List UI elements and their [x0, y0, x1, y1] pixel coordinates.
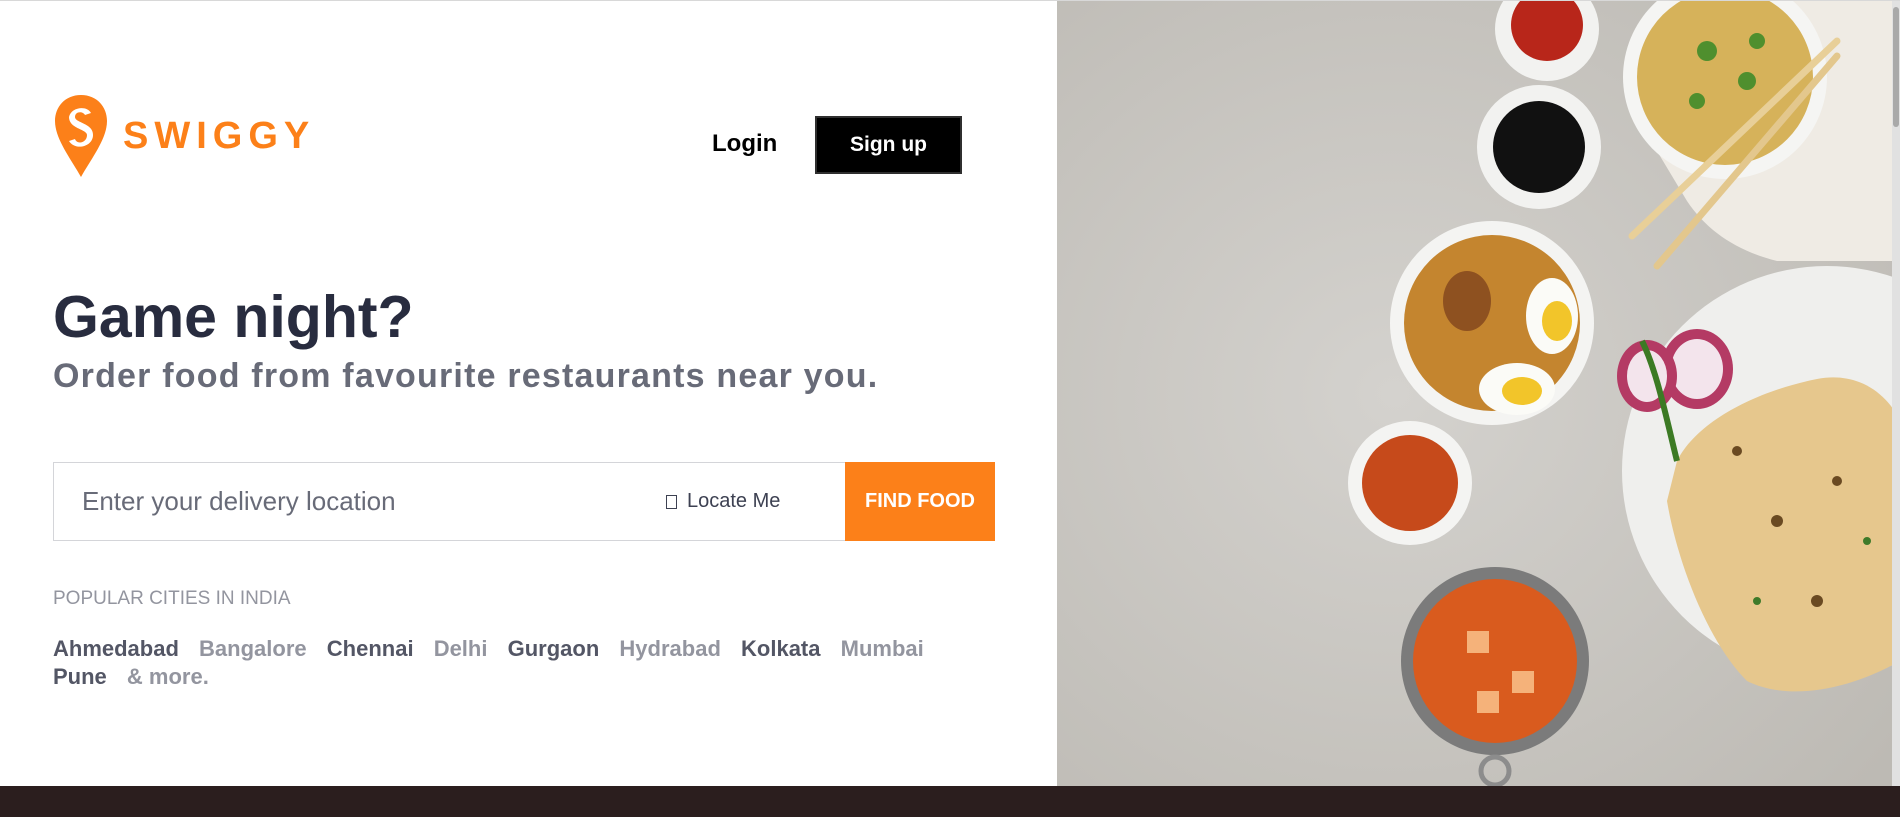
- city-link-kolkata[interactable]: Kolkata: [741, 635, 820, 663]
- food-spread-image: [1057, 1, 1900, 786]
- city-link-ahmedabad[interactable]: Ahmedabad: [53, 635, 179, 663]
- hero-food-image: [1057, 1, 1900, 786]
- scrollbar-thumb[interactable]: [1893, 7, 1899, 127]
- swiggy-logo-icon: [55, 95, 107, 177]
- city-link-chennai[interactable]: Chennai: [327, 635, 414, 663]
- signup-button[interactable]: Sign up: [815, 116, 962, 174]
- city-link-bangalore[interactable]: Bangalore: [199, 635, 307, 663]
- delivery-location-input[interactable]: [82, 463, 602, 540]
- find-food-button[interactable]: FIND FOOD: [845, 462, 995, 541]
- more-cities-link[interactable]: & more.: [127, 663, 209, 691]
- popular-cities-label: POPULAR CITIES IN INDIA: [53, 588, 291, 609]
- location-search-box: Locate Me: [53, 462, 846, 541]
- locate-me-label: Locate Me: [687, 490, 781, 512]
- city-link-mumbai[interactable]: Mumbai: [841, 635, 924, 663]
- popular-cities-list: Ahmedabad Bangalore Chennai Delhi Gurgao…: [53, 635, 953, 691]
- brand-name: SWIGGY: [123, 114, 316, 157]
- city-link-pune[interactable]: Pune: [53, 663, 107, 691]
- left-panel: SWIGGY Login Sign up Game night? Order f…: [0, 1, 1057, 786]
- login-link[interactable]: Login: [712, 130, 777, 158]
- city-link-hydrabad[interactable]: Hydrabad: [619, 635, 720, 663]
- city-link-delhi[interactable]: Delhi: [434, 635, 488, 663]
- hero-subtitle: Order food from favourite restaurants ne…: [53, 357, 879, 395]
- swiggy-logo[interactable]: SWIGGY: [53, 93, 315, 179]
- location-icon: [666, 494, 677, 509]
- hero-title: Game night?: [53, 284, 414, 350]
- footer-strip: [0, 786, 1900, 817]
- scrollbar-track[interactable]: [1892, 1, 1900, 786]
- city-link-gurgaon[interactable]: Gurgaon: [508, 635, 600, 663]
- locate-me-button[interactable]: Locate Me: [666, 490, 780, 513]
